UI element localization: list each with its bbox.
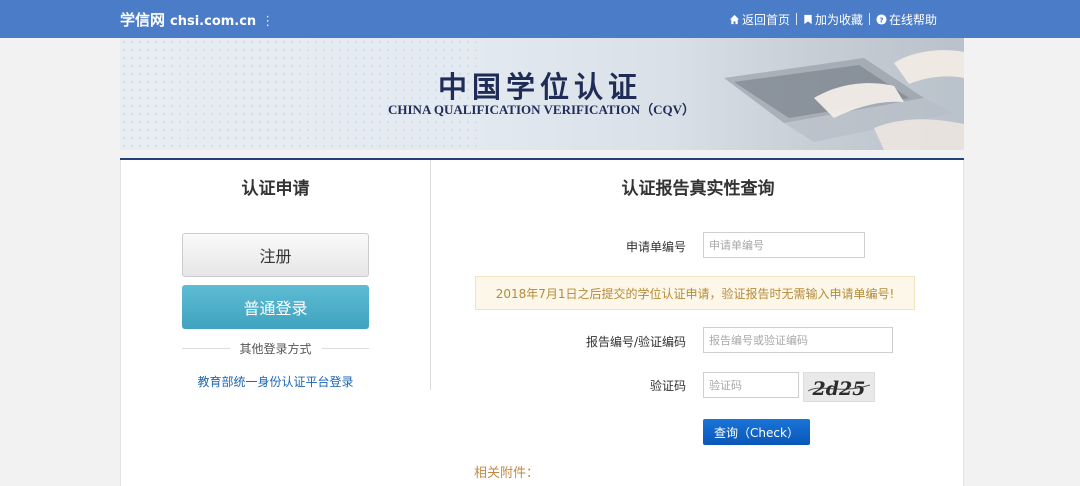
captcha-text: 2d25 <box>812 378 866 400</box>
notice-message: 2018年7月1日之后提交的学位认证申请，验证报告时无需输入申请单编号! <box>475 276 915 310</box>
other-login-label: 其他登录方式 <box>239 341 312 356</box>
application-no-label: 申请单编号 <box>625 240 686 254</box>
application-no-input[interactable] <box>703 232 865 258</box>
home-icon <box>729 14 740 24</box>
banner-subtitle: CHINA QUALIFICATION VERIFICATION（CQV） <box>388 102 695 117</box>
brand-domain: chsi.com.cn <box>170 14 257 29</box>
check-button[interactable]: 查询（Check） <box>703 419 810 445</box>
divider <box>868 13 870 25</box>
apply-section-title: 认证申请 <box>241 179 310 199</box>
attachments-label: 相关附件： <box>474 466 540 481</box>
banner-hands-laptop-image <box>724 50 964 150</box>
edu-unified-login-link[interactable]: 教育部统一身份认证平台登录 <box>121 373 430 390</box>
normal-login-button[interactable]: 普通登录 <box>182 285 369 329</box>
separator-line <box>321 347 370 349</box>
bookmark-icon <box>804 14 812 24</box>
main-panel: 认证申请 注册 普通登录 其他登录方式 教育部统一身份认证平台登录 认证报告真实… <box>120 160 964 486</box>
captcha-input[interactable] <box>703 372 799 398</box>
home-link[interactable]: 返回首页 <box>729 11 790 28</box>
bookmark-link[interactable]: 加为收藏 <box>803 11 863 28</box>
captcha-label: 验证码 <box>649 379 686 393</box>
report-no-label: 报告编号/验证编码 <box>585 335 686 349</box>
help-link-label: 在线帮助 <box>888 12 937 27</box>
separator-line <box>182 347 230 349</box>
banner: 中国学位认证 CHINA QUALIFICATION VERIFICATION（… <box>120 38 964 150</box>
report-no-input[interactable] <box>703 327 893 353</box>
banner-pattern <box>120 38 480 150</box>
captcha-graphic: 2d25 <box>807 378 871 400</box>
help-icon: ? <box>876 13 887 25</box>
register-button[interactable]: 注册 <box>182 233 369 277</box>
brand-name: 学信网 <box>120 11 166 29</box>
top-links: 返回首页 加为收藏 ? 在线帮助 <box>729 10 937 28</box>
home-link-label: 返回首页 <box>741 12 790 27</box>
captcha-image[interactable]: 2d25 <box>803 372 875 402</box>
svg-text:?: ? <box>879 15 883 24</box>
bookmark-link-label: 加为收藏 <box>814 12 863 27</box>
help-link[interactable]: ? 在线帮助 <box>876 11 937 28</box>
brand-menu-dots[interactable]: ⋮ <box>261 14 274 29</box>
divider <box>795 13 797 25</box>
verify-section-title: 认证报告真实性查询 <box>621 179 775 199</box>
other-login-separator: 其他登录方式 <box>182 340 370 356</box>
top-bar: 学信网 chsi.com.cn ⋮ 返回首页 加为收藏 ? 在线帮助 <box>0 0 1080 38</box>
brand-logo[interactable]: 学信网 chsi.com.cn ⋮ <box>120 9 274 29</box>
